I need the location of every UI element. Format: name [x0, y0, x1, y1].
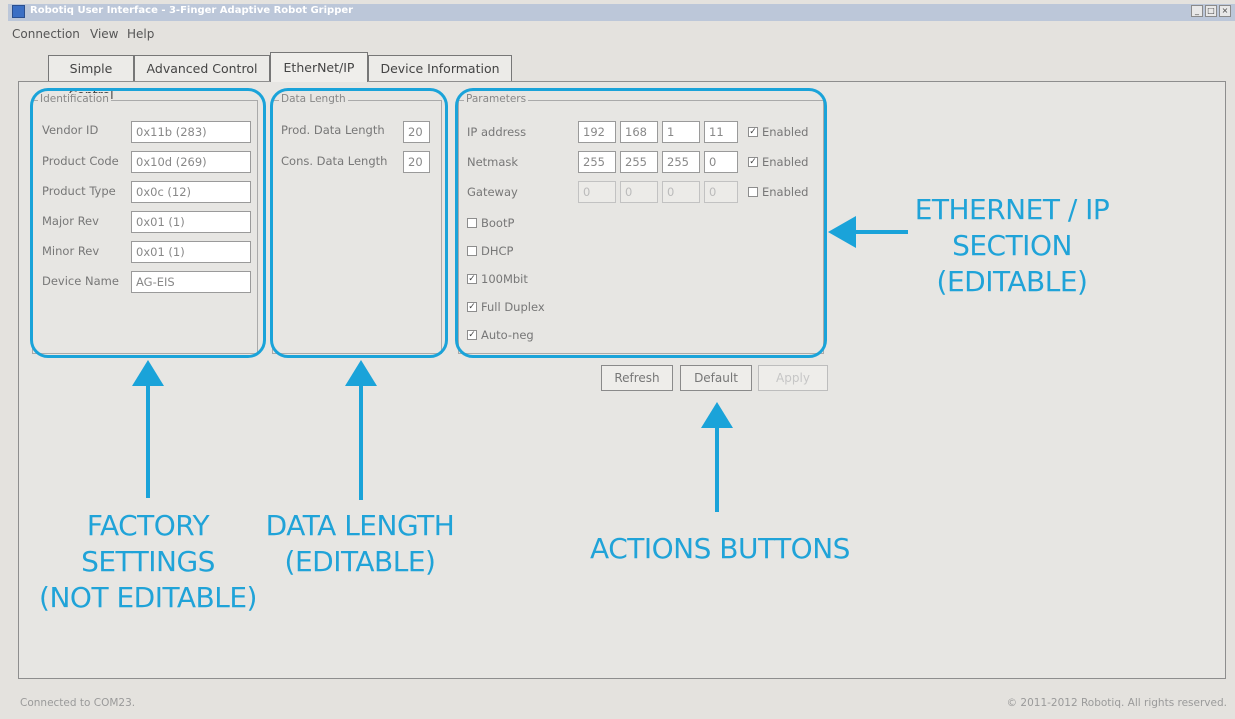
actions-arrow-head	[701, 402, 733, 428]
ethernet-annotation: ETHERNET / IP SECTION (EDITABLE)	[910, 192, 1114, 300]
ethernet-arrow-head	[828, 216, 856, 248]
ethernet-annotation-line2: SECTION	[952, 229, 1072, 262]
data-length-arrow-head	[345, 360, 377, 386]
copyright-text: © 2011-2012 Robotiq. All rights reserved…	[1006, 697, 1227, 709]
factory-arrow-head	[132, 360, 164, 386]
actions-annotation: ACTIONS BUTTONS	[580, 531, 860, 567]
ethernet-annotation-line1: ETHERNET / IP	[914, 193, 1110, 226]
factory-annotation-line1: FACTORY	[86, 509, 210, 542]
data-length-annotation-line2: (EDITABLE)	[284, 545, 436, 578]
factory-annotation-line3: (NOT EDITABLE)	[39, 581, 257, 614]
factory-annotation: FACTORY SETTINGS (NOT EDITABLE)	[28, 508, 268, 616]
data-length-annotation-line1: DATA LENGTH	[265, 509, 455, 542]
connection-status: Connected to COM23.	[20, 697, 136, 709]
actions-annotation-line1: ACTIONS BUTTONS	[590, 532, 850, 565]
factory-annotation-line2: SETTINGS	[81, 545, 215, 578]
data-length-annotation: DATA LENGTH (EDITABLE)	[254, 508, 466, 580]
tab-ethernet-ip[interactable]: EtherNet/IP	[270, 52, 368, 82]
ethernet-annotation-line3: (EDITABLE)	[936, 265, 1088, 298]
